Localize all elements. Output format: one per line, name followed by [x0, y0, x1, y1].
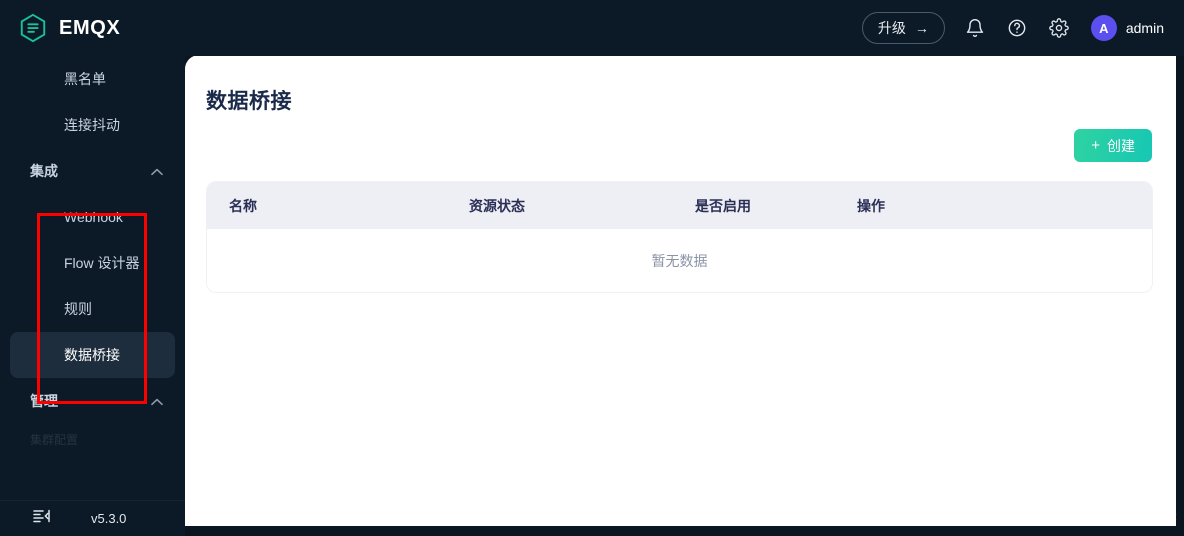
avatar: A: [1090, 15, 1117, 41]
sidebar-item-connection-jitter[interactable]: 连接抖动: [10, 102, 175, 148]
user-menu[interactable]: A admin: [1090, 15, 1164, 41]
sidebar-group-management[interactable]: 管理: [0, 378, 185, 424]
chevron-up-icon: [151, 163, 163, 179]
emqx-dashboard: EMQX 升级 → A admin 黑名单 连接抖动 集成 Webhook Fl…: [0, 0, 1184, 536]
table-empty-state: 暂无数据: [207, 229, 1152, 292]
sidebar-group-label: 管理: [30, 393, 58, 409]
sidebar-item-blacklist[interactable]: 黑名单: [10, 56, 175, 102]
table-column-header-name: 名称: [229, 197, 257, 214]
sidebar-item-label: 黑名单: [64, 71, 106, 87]
brand-name: EMQX: [59, 16, 121, 39]
header-actions: 升级 → A admin: [861, 12, 1164, 44]
bell-icon[interactable]: [963, 16, 987, 40]
sidebar-item-label: Webhook: [64, 209, 123, 225]
top-header-bar: EMQX 升级 → A admin: [0, 0, 1184, 56]
sidebar-item-label: 规则: [64, 301, 92, 317]
empty-state-text: 暂无数据: [651, 252, 708, 269]
sidebar-nav: 黑名单 连接抖动 集成 Webhook Flow 设计器 规则 数据桥接 管理 …: [0, 56, 185, 500]
table-column-header-enabled: 是否启用: [695, 197, 751, 214]
arrow-right-icon: →: [914, 20, 929, 36]
table-column-header-resource-status: 资源状态: [469, 197, 525, 214]
page-title: 数据桥接: [206, 90, 292, 113]
sidebar-item-label: 连接抖动: [64, 117, 120, 133]
sidebar-item-label: Flow 设计器: [64, 255, 140, 271]
sidebar-item-data-bridge[interactable]: 数据桥接: [10, 332, 175, 378]
sidebar-footer: v5.3.0: [0, 500, 185, 536]
sidebar: 黑名单 连接抖动 集成 Webhook Flow 设计器 规则 数据桥接 管理 …: [0, 56, 185, 536]
sidebar-group-integration[interactable]: 集成: [0, 148, 185, 194]
create-button[interactable]: + 创建: [1074, 129, 1152, 162]
user-name: admin: [1125, 20, 1164, 36]
chevron-up-icon: [151, 393, 163, 409]
sidebar-item-label: 集群配置: [30, 432, 79, 447]
create-button-label: 创建: [1107, 137, 1135, 154]
table-header-row: 名称 资源状态 是否启用 操作: [207, 182, 1152, 229]
sidebar-item-label: 数据桥接: [64, 347, 120, 363]
sidebar-group-label: 集成: [30, 163, 58, 179]
collapse-sidebar-icon[interactable]: [33, 508, 51, 529]
sidebar-item-flow-designer[interactable]: Flow 设计器: [10, 240, 175, 286]
sidebar-item-webhook[interactable]: Webhook: [10, 194, 175, 240]
version-label: v5.3.0: [91, 511, 127, 526]
gear-icon[interactable]: [1047, 16, 1071, 40]
data-bridge-table: 名称 资源状态 是否启用 操作 暂无数据: [207, 182, 1152, 292]
plus-icon: +: [1091, 137, 1100, 154]
question-circle-icon[interactable]: [1005, 16, 1029, 40]
brand-logo[interactable]: EMQX: [18, 13, 120, 43]
table-column-header-actions: 操作: [857, 197, 885, 214]
main-content-panel: 数据桥接 + 创建 名称 资源状态 是否启用 操作 暂无数据: [185, 55, 1176, 526]
content-toolbar: + 创建: [185, 129, 1152, 162]
emqx-hexagon-logo-icon: [18, 13, 48, 43]
sidebar-item-rules[interactable]: 规则: [10, 286, 175, 332]
upgrade-button[interactable]: 升级 →: [861, 12, 945, 44]
upgrade-label: 升级: [877, 20, 906, 36]
sidebar-item-cluster-config[interactable]: 集群配置: [0, 424, 185, 454]
